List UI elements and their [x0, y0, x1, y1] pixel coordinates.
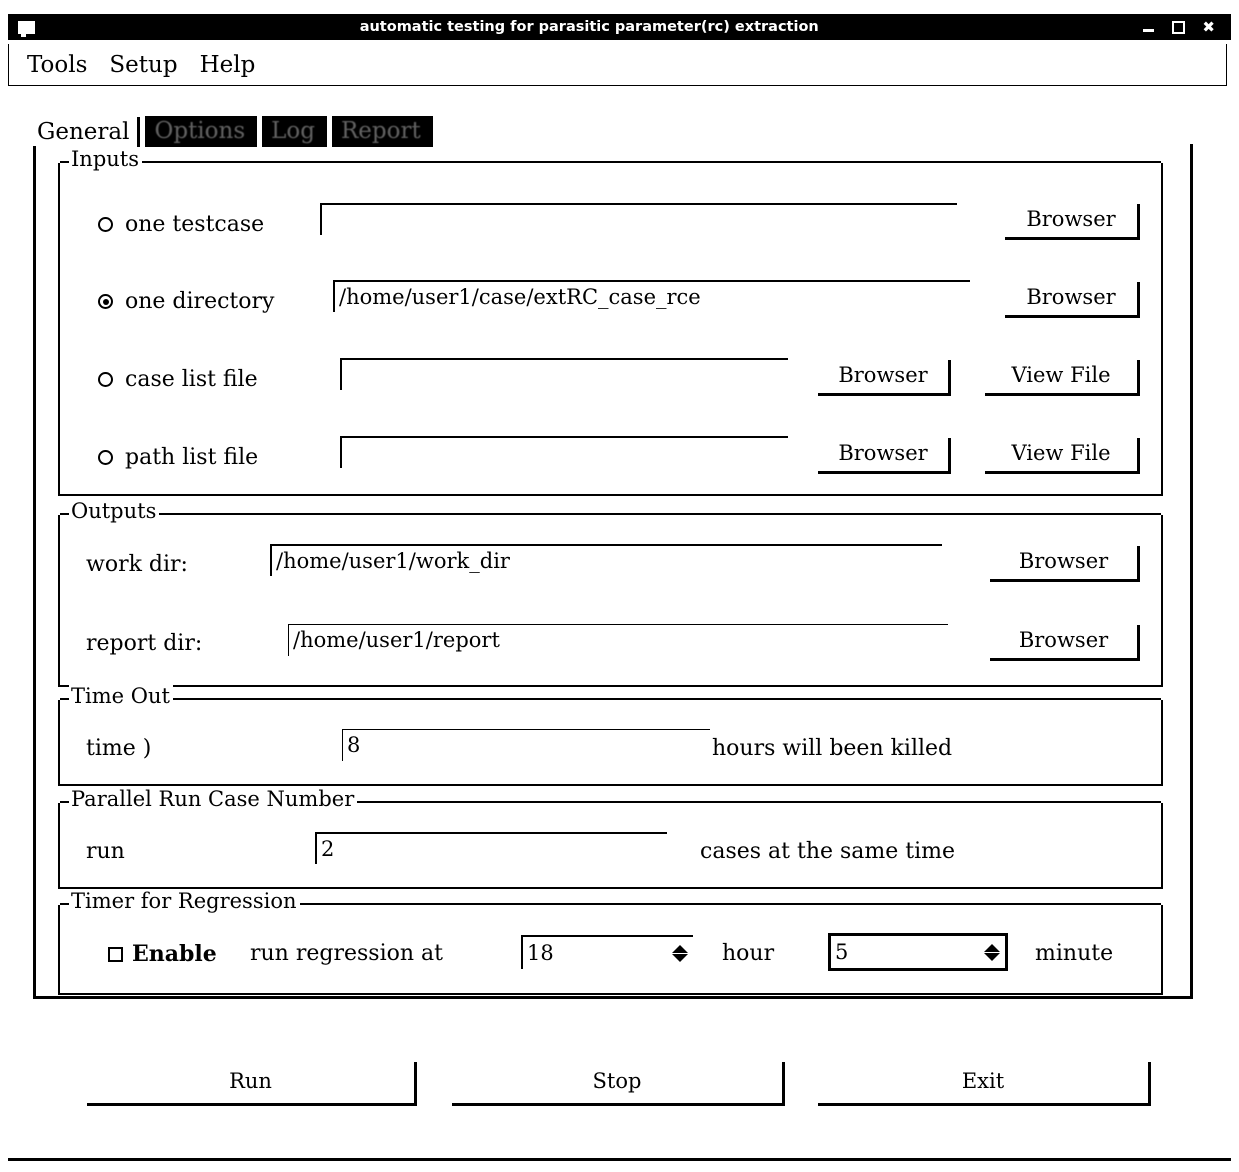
tab-strip: General Options Log Report [33, 115, 433, 147]
timer-hour-value: 18 [527, 941, 554, 965]
outputs-group-legend: Outputs [69, 500, 160, 522]
tab-log-label: Log [271, 118, 315, 144]
browser-button-work-dir[interactable]: Browser [990, 546, 1140, 582]
input-row-path-list-file[interactable]: path list file [98, 445, 258, 470]
tab-separator [137, 117, 141, 147]
browser-button-case-list-file[interactable]: Browser [818, 360, 951, 396]
browser-button-report-dir[interactable]: Browser [990, 625, 1140, 661]
input-one-directory-field[interactable]: /home/user1/case/extRC_case_rce [333, 280, 970, 312]
chevron-up-icon[interactable] [672, 944, 688, 953]
timer-minute-spinbox[interactable]: 5 [828, 933, 1008, 971]
window-title: automatic testing for parasitic paramete… [359, 19, 819, 35]
tab-options-label: Options [154, 118, 246, 144]
label-parallel-suffix: cases at the same time [700, 839, 956, 864]
timeout-hours-field[interactable]: 8 [342, 729, 710, 761]
outputs-group-top-rule [60, 513, 1161, 515]
radio-case-list-file[interactable] [98, 372, 113, 387]
input-one-testcase-field[interactable] [320, 203, 957, 235]
label-hour: hour [722, 941, 775, 966]
label-timer-enable: Enable [132, 941, 217, 967]
label-report-dir: report dir: [86, 631, 203, 656]
input-case-list-file-field[interactable] [340, 358, 788, 390]
label-path-list-file: path list file [125, 445, 259, 470]
chevron-down-icon[interactable] [672, 953, 688, 962]
close-icon[interactable]: ✖ [1202, 20, 1215, 35]
menu-item-help[interactable]: Help [198, 52, 258, 78]
view-file-button-case-list-file[interactable]: View File [985, 360, 1140, 396]
timer-minute-stepper[interactable] [982, 936, 1002, 968]
checkbox-timer-enable[interactable] [108, 946, 123, 962]
browser-button-path-list-file[interactable]: Browser [818, 438, 951, 474]
input-path-list-file-field[interactable] [340, 436, 788, 468]
label-run-regression-at: run regression at [250, 941, 443, 966]
tab-log[interactable]: Log [262, 116, 327, 147]
chevron-down-icon[interactable] [984, 952, 1000, 961]
inputs-group-top-rule [60, 161, 1161, 163]
window-controls: ✖ [1143, 20, 1215, 35]
timer-hour-stepper[interactable] [670, 937, 690, 969]
timer-minute-value: 5 [835, 940, 849, 964]
window-bottom-rule [8, 1158, 1231, 1161]
run-button[interactable]: Run [87, 1062, 417, 1106]
tab-report[interactable]: Report [331, 116, 433, 147]
radio-path-list-file[interactable] [98, 450, 113, 465]
minimize-icon[interactable] [1143, 21, 1155, 33]
label-timeout: time ) [86, 736, 152, 761]
browser-button-one-directory[interactable]: Browser [1005, 282, 1140, 318]
chevron-up-icon[interactable] [984, 943, 1000, 952]
report-dir-field[interactable]: /home/user1/report [288, 624, 948, 656]
timer-hour-spinbox[interactable]: 18 [521, 935, 693, 969]
input-row-one-directory[interactable]: one directory [98, 289, 274, 314]
input-row-one-testcase[interactable]: one testcase [98, 212, 264, 237]
tab-report-label: Report [340, 118, 421, 144]
timer-enable-row[interactable]: Enable [108, 941, 217, 967]
label-minute: minute [1035, 941, 1114, 966]
radio-one-directory[interactable] [98, 294, 113, 309]
parallel-run-count-field[interactable]: 2 [315, 832, 667, 864]
label-one-directory: one directory [125, 289, 275, 314]
window-menu-icon[interactable] [18, 20, 35, 37]
label-work-dir: work dir: [86, 552, 188, 577]
input-row-case-list-file[interactable]: case list file [98, 367, 258, 392]
panel-left-edge [33, 146, 36, 999]
label-timeout-suffix: hours will been killed [712, 736, 953, 761]
label-parallel-run: run [86, 839, 125, 864]
timeout-group-legend: Time Out [69, 685, 173, 707]
stop-button[interactable]: Stop [452, 1062, 785, 1106]
outputs-group: Outputs [58, 500, 1163, 687]
maximize-icon[interactable] [1172, 20, 1186, 34]
window-titlebar[interactable]: automatic testing for parasitic paramete… [8, 14, 1231, 40]
menu-item-setup[interactable]: Setup [107, 52, 179, 78]
radio-one-testcase[interactable] [98, 217, 113, 232]
inputs-group-legend: Inputs [69, 148, 143, 170]
parallel-group-legend: Parallel Run Case Number [69, 788, 358, 810]
menu-item-tools[interactable]: Tools [25, 52, 89, 78]
menubar: Tools Setup Help [8, 44, 1227, 86]
tab-general[interactable]: General [33, 118, 136, 147]
work-dir-field[interactable]: /home/user1/work_dir [270, 544, 942, 576]
exit-button[interactable]: Exit [818, 1062, 1151, 1106]
label-case-list-file: case list file [125, 367, 258, 392]
timeout-group-top-rule [60, 698, 1161, 700]
tab-options[interactable]: Options [145, 116, 258, 147]
timer-group-legend: Timer for Regression [69, 890, 300, 912]
label-one-testcase: one testcase [125, 212, 265, 237]
view-file-button-path-list-file[interactable]: View File [985, 438, 1140, 474]
browser-button-one-testcase[interactable]: Browser [1005, 204, 1140, 240]
